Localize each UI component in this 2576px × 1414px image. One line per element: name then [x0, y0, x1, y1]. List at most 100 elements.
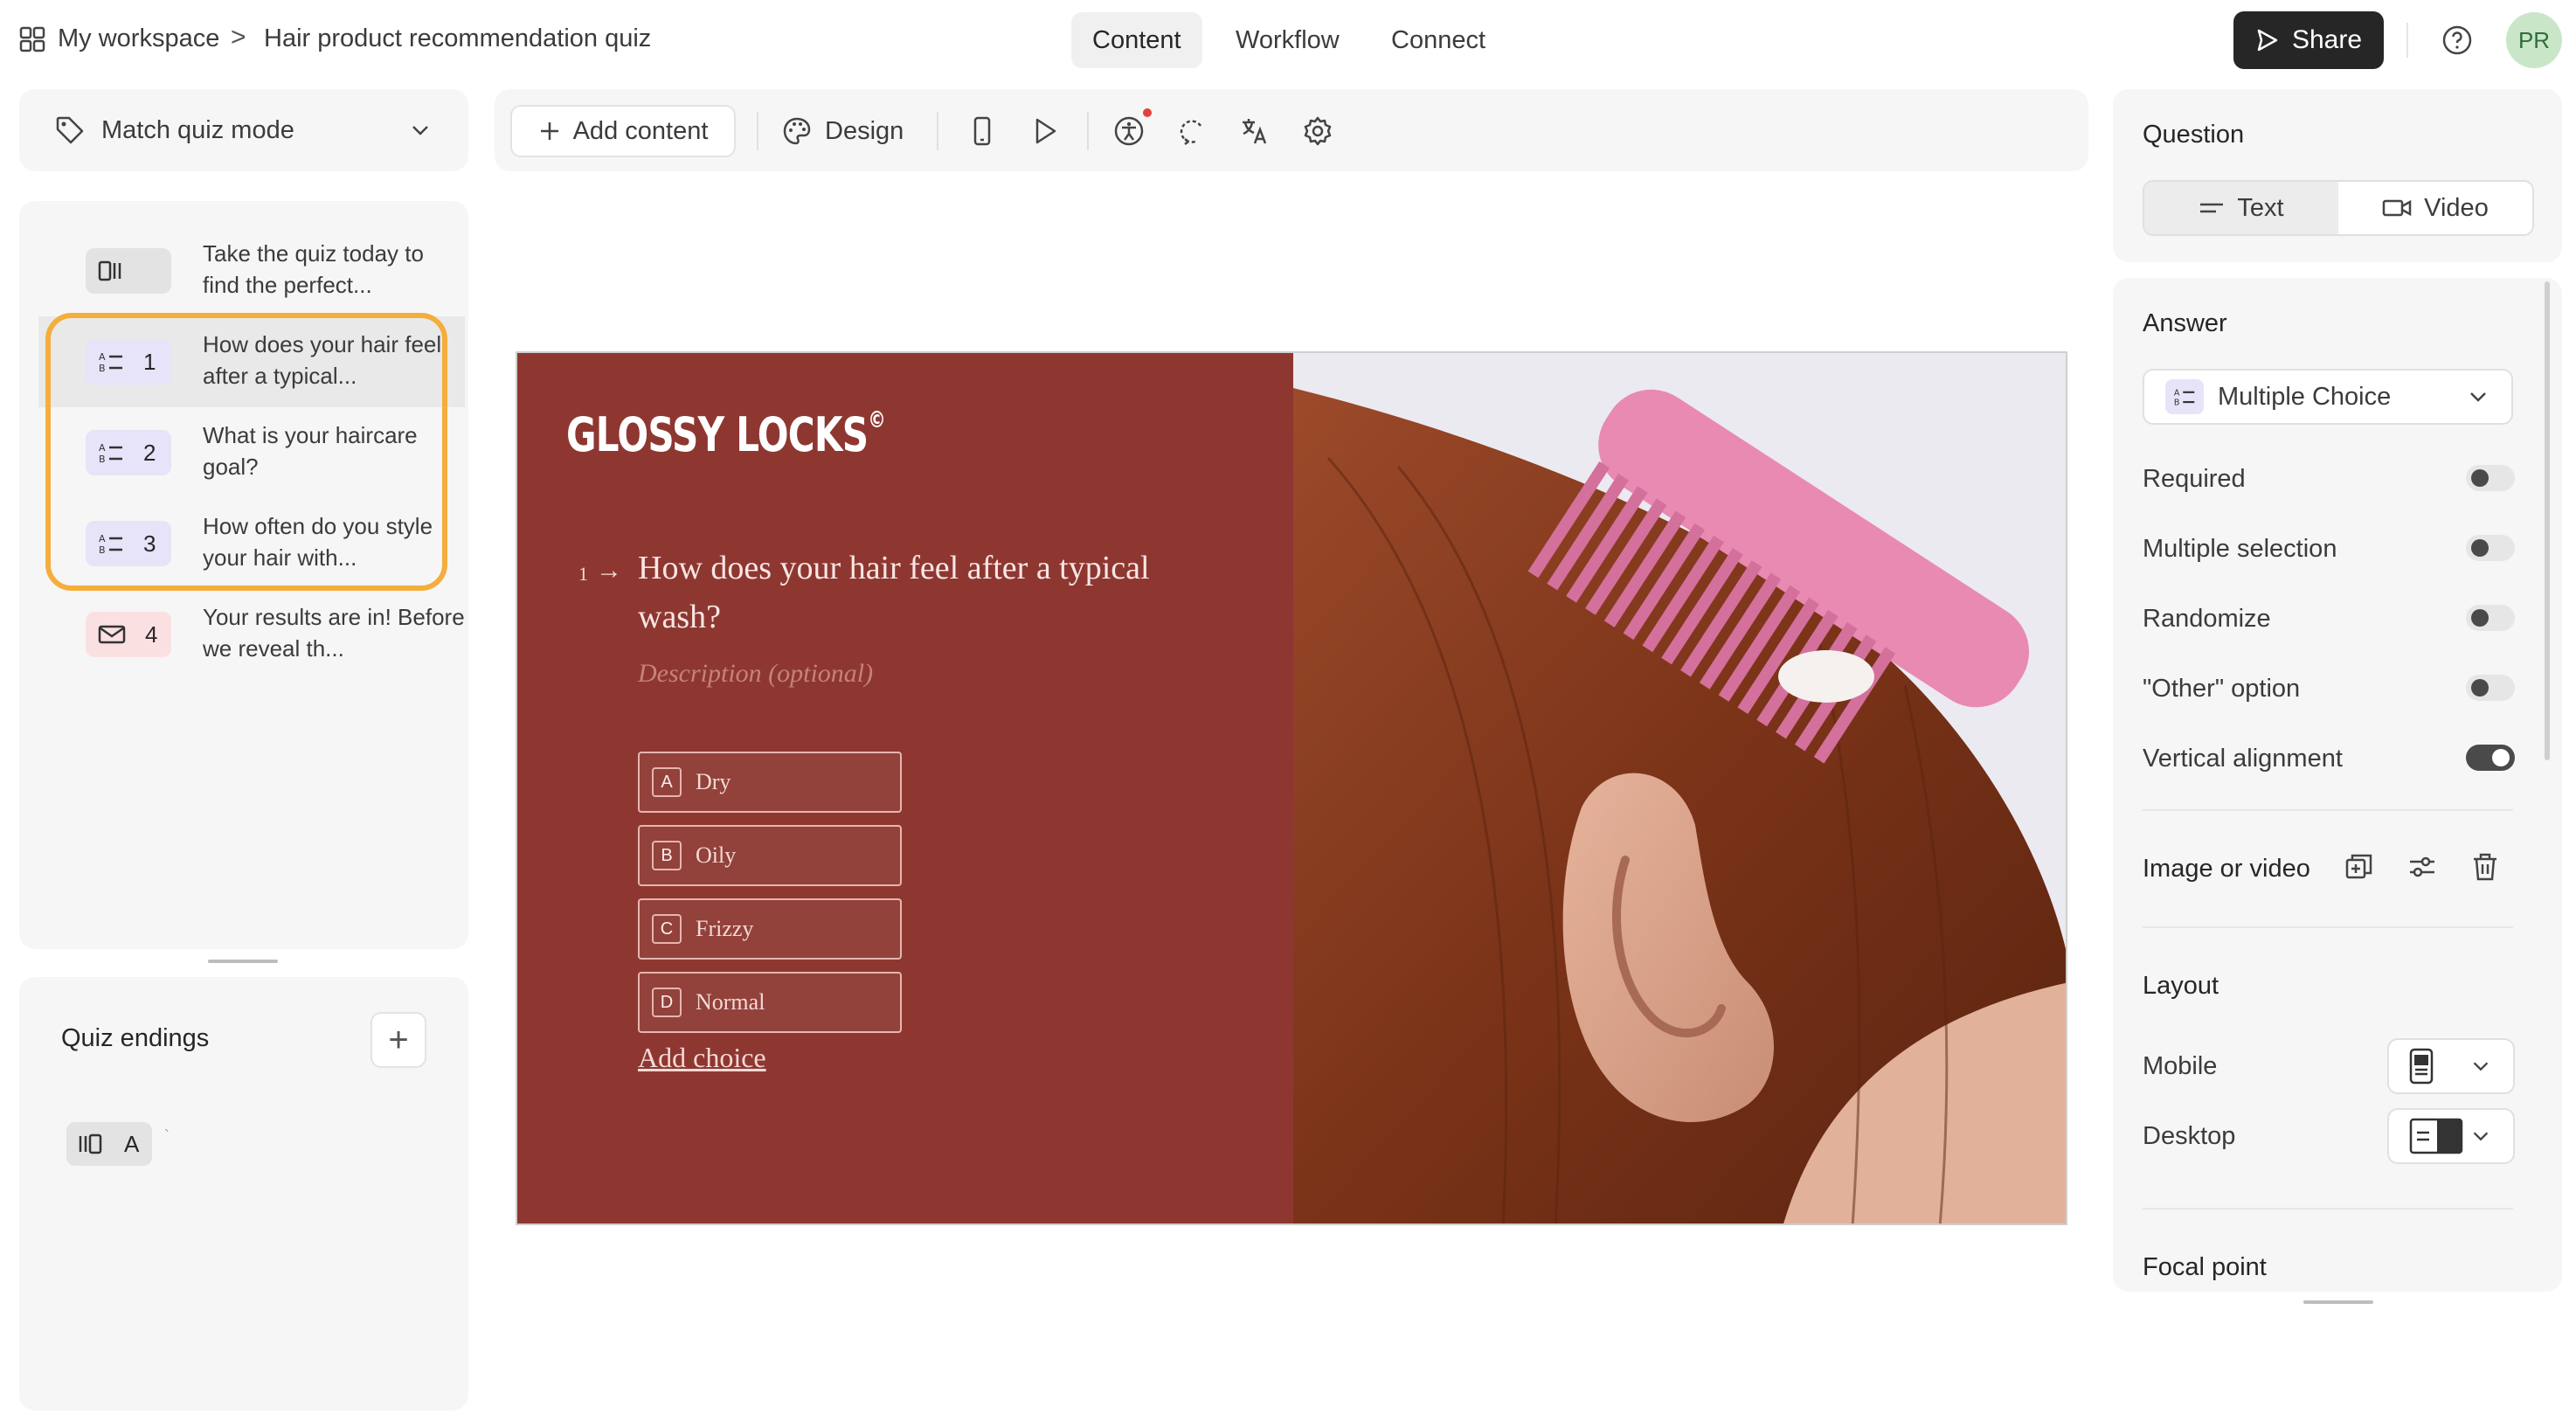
settings-icon[interactable]: [1302, 115, 1333, 147]
share-label: Share: [2291, 25, 2363, 54]
choice-label: Normal: [696, 989, 765, 1015]
answer-type-dropdown[interactable]: A B Multiple Choice: [2143, 369, 2513, 425]
notification-dot: [1143, 108, 1152, 117]
choice-option[interactable]: D Normal: [638, 972, 902, 1033]
send-icon: [2257, 29, 2278, 52]
question-preview-card: GLOSSY LOCKS© 1 → How does your hair fee…: [516, 351, 2067, 1225]
tab-workflow[interactable]: Workflow: [1215, 12, 1361, 68]
choice-option[interactable]: C Frizzy: [638, 898, 902, 960]
randomize-toggle[interactable]: [2466, 605, 2515, 631]
question-list-item[interactable]: Take the quiz today to find the perfect.…: [38, 225, 465, 316]
chevron-down-icon: [2473, 1062, 2489, 1071]
translate-icon[interactable]: [1239, 115, 1271, 147]
required-toggle[interactable]: [2466, 465, 2515, 491]
layout-desktop-label: Desktop: [2143, 1122, 2236, 1150]
mobile-layout-selector[interactable]: [2387, 1038, 2515, 1094]
email-icon: [98, 625, 126, 644]
mobile-layout-icon: [2409, 1048, 2434, 1085]
toggle-knob: [2471, 679, 2489, 697]
add-content-button[interactable]: Add content: [510, 105, 736, 157]
desktop-layout-selector[interactable]: [2387, 1108, 2515, 1164]
multiple-choice-icon: A B: [2174, 388, 2195, 407]
quiz-endings-title: Quiz endings: [61, 1024, 210, 1052]
video-icon: [2382, 199, 2412, 217]
toolbar-divider: [757, 112, 758, 150]
ending-item-badge[interactable]: A: [66, 1122, 152, 1166]
logic-icon[interactable]: [1176, 115, 1208, 147]
quiz-mode-selector[interactable]: Match quiz mode: [19, 89, 468, 171]
vertical-alignment-toggle[interactable]: [2466, 745, 2515, 771]
add-choice-link[interactable]: Add choice: [638, 1042, 766, 1074]
question-settings-panel: [2113, 89, 2562, 262]
breadcrumb-workspace[interactable]: My workspace: [58, 24, 219, 53]
ending-text: `: [164, 1127, 170, 1145]
question-section-title: Question: [2143, 121, 2245, 149]
play-icon[interactable]: [1029, 115, 1061, 147]
tab-content[interactable]: Content: [1071, 12, 1202, 68]
chevron-down-icon: [2470, 392, 2486, 402]
choice-option[interactable]: A Dry: [638, 752, 902, 813]
add-ending-button[interactable]: +: [370, 1012, 426, 1068]
preview-content-area: GLOSSY LOCKS© 1 → How does your hair fee…: [517, 353, 1293, 1223]
design-button[interactable]: Design: [781, 110, 904, 152]
ending-screen-icon: [79, 1133, 102, 1154]
toggle-knob: [2471, 609, 2489, 627]
share-button[interactable]: Share: [2233, 11, 2384, 69]
svg-text:A: A: [2174, 388, 2180, 398]
tab-connect[interactable]: Connect: [1370, 12, 1506, 68]
adjust-sliders-icon[interactable]: [2406, 851, 2438, 883]
question-title[interactable]: How does your hair feel after a typical …: [638, 544, 1180, 641]
tag-icon: [56, 116, 84, 144]
other-option-toggle[interactable]: [2466, 675, 2515, 701]
media-gallery-icon[interactable]: [2344, 851, 2375, 883]
trash-icon[interactable]: [2469, 851, 2501, 883]
scrollbar[interactable]: [2545, 281, 2550, 760]
choice-option[interactable]: B Oily: [638, 825, 902, 886]
vertical-alignment-label: Vertical alignment: [2143, 745, 2343, 773]
mobile-preview-icon[interactable]: [966, 115, 998, 147]
question-type-video[interactable]: Video: [2338, 182, 2532, 234]
answer-section-title: Answer: [2143, 309, 2227, 337]
question-description[interactable]: Description (optional): [638, 659, 873, 689]
text-label: Text: [2237, 193, 2284, 222]
desktop-split-layout-icon: [2409, 1118, 2463, 1154]
focal-point-title: Focal point: [2143, 1253, 2267, 1281]
question-type-text[interactable]: Text: [2144, 182, 2338, 234]
video-label: Video: [2424, 193, 2489, 222]
layout-title: Layout: [2143, 972, 2219, 1000]
ending-letter: A: [124, 1130, 140, 1157]
question-number: 4: [145, 620, 158, 648]
selection-highlight: [45, 313, 447, 591]
choice-label: Dry: [696, 769, 731, 794]
multiple-selection-toggle[interactable]: [2466, 535, 2515, 561]
photo-illustration: [1293, 353, 2066, 1223]
form-title[interactable]: Hair product recommendation quiz: [264, 24, 651, 53]
brand-mark: ©: [868, 407, 885, 433]
brand-name: GLOSSY LOCKS: [566, 407, 869, 462]
choice-key: A: [652, 767, 682, 797]
toggle-knob: [2471, 539, 2489, 557]
panel-resize-handle[interactable]: [2303, 1300, 2373, 1304]
choice-label: Oily: [696, 842, 737, 868]
question-badge: 4: [86, 612, 171, 657]
panel-resize-handle[interactable]: [208, 960, 278, 963]
toggle-knob: [2471, 469, 2489, 487]
question-text: Take the quiz today to find the perfect.…: [203, 240, 424, 298]
accessibility-icon[interactable]: [1113, 115, 1145, 147]
design-label: Design: [825, 116, 904, 145]
randomize-label: Randomize: [2143, 605, 2271, 633]
toggle-knob: [2492, 749, 2510, 766]
question-type-toggle: Text Video: [2143, 180, 2534, 236]
text-icon: [2200, 203, 2224, 213]
palette-icon: [783, 117, 811, 145]
answer-type-badge: A B: [2165, 379, 2204, 414]
avatar[interactable]: PR: [2506, 12, 2562, 68]
question-badge: [86, 248, 171, 294]
section-divider: [2143, 809, 2513, 811]
brand-logo: GLOSSY LOCKS©: [566, 407, 886, 462]
question-list-item[interactable]: 4 Your results are in! Before we reveal …: [38, 589, 465, 680]
toolbar-divider: [1087, 112, 1089, 150]
question-number-label: 1: [578, 563, 588, 585]
workspace-grid-icon[interactable]: [19, 26, 45, 52]
help-icon[interactable]: [2441, 24, 2473, 56]
